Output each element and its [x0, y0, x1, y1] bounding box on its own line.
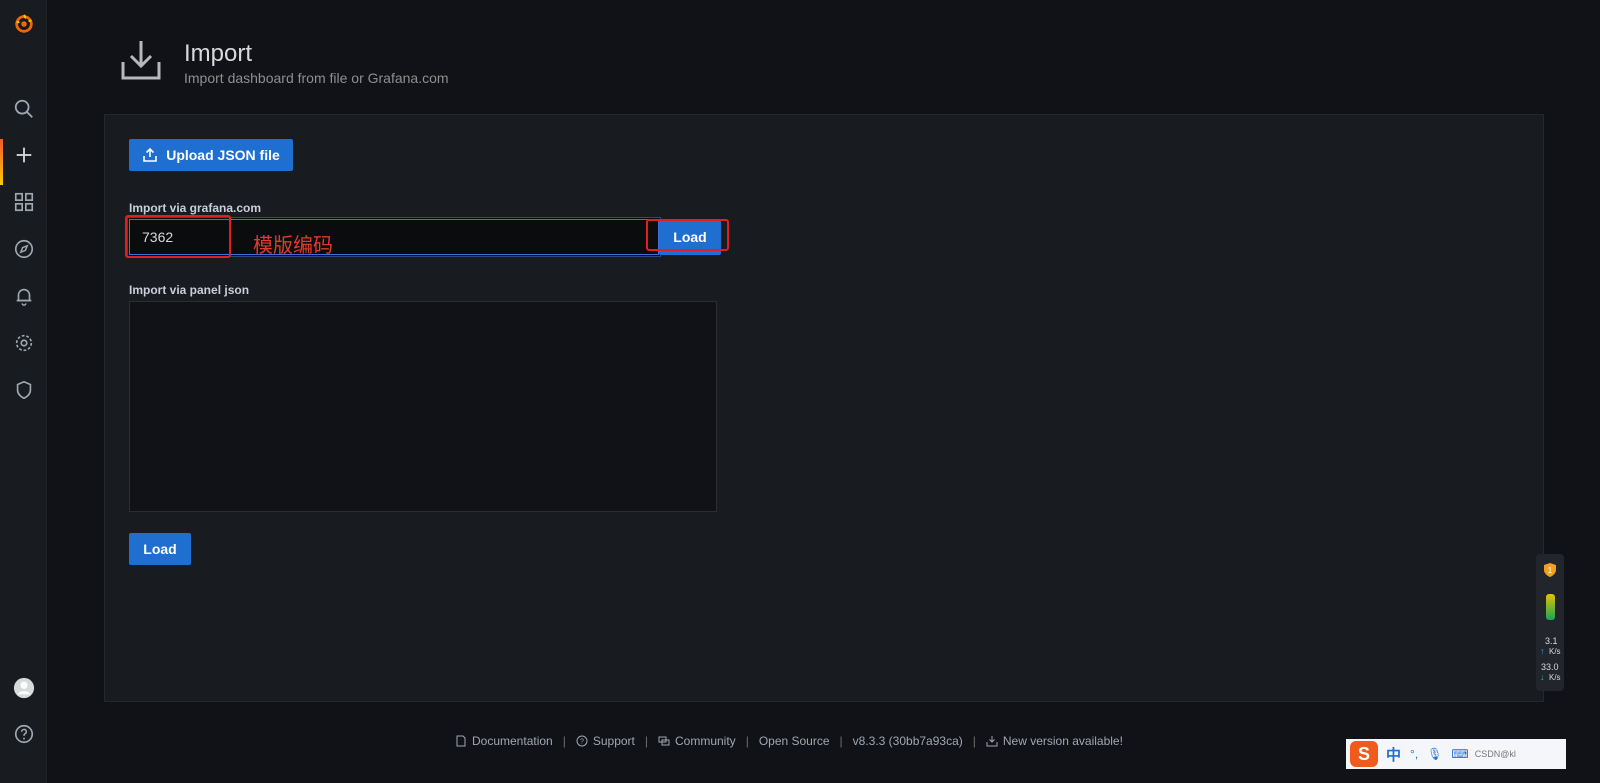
upload-json-label: Upload JSON file — [166, 147, 280, 163]
footer-open-source-link[interactable]: Open Source — [759, 734, 830, 748]
download-speed-value: 33.0 — [1541, 662, 1559, 672]
ime-punctuation-toggle[interactable]: °, — [1410, 747, 1418, 761]
footer-documentation-link[interactable]: Documentation — [455, 734, 553, 748]
footer-community-label: Community — [675, 734, 736, 748]
comments-icon — [658, 736, 670, 746]
panel-json-textarea[interactable] — [129, 301, 717, 512]
grafana-com-label: Import via grafana.com — [129, 201, 262, 215]
search-icon[interactable] — [0, 89, 47, 129]
annotation-box-load — [646, 219, 729, 251]
svg-text:?: ? — [580, 739, 584, 746]
shield-badge-text: 1 — [1548, 566, 1553, 575]
annotation-text: 模版编码 — [253, 233, 333, 257]
help-icon[interactable] — [0, 714, 47, 754]
keyboard-icon[interactable]: ⌨ — [1451, 747, 1468, 761]
upload-speed-value: 3.1 — [1545, 636, 1558, 646]
footer-documentation-label: Documentation — [472, 734, 553, 748]
user-avatar-icon[interactable] — [0, 668, 47, 708]
footer-new-version-link[interactable]: New version available! — [986, 734, 1123, 748]
load-panel-json-button[interactable]: Load — [129, 533, 191, 565]
question-circle-icon: ? — [576, 735, 588, 747]
alerting-bell-icon[interactable] — [0, 276, 47, 316]
server-admin-shield-icon[interactable] — [0, 370, 47, 410]
download-icon — [986, 736, 998, 747]
upload-speed-unit: K/s — [1549, 647, 1561, 656]
footer-open-source-label: Open Source — [758, 734, 830, 748]
import-panel: Upload JSON file Import via grafana.com … — [104, 114, 1544, 702]
download-speed-unit: K/s — [1549, 673, 1561, 682]
page-subtitle: Import dashboard from file or Grafana.co… — [184, 70, 449, 86]
footer-community-link[interactable]: Community — [658, 734, 736, 748]
sidebar — [0, 0, 47, 783]
footer-support-link[interactable]: ? Support — [576, 734, 635, 748]
download-arrow-icon: ↓ — [1540, 672, 1545, 682]
security-shield-icon: 1 — [1544, 563, 1556, 577]
import-download-icon — [121, 41, 161, 80]
footer-support-label: Support — [592, 734, 635, 748]
dashboards-icon[interactable] — [0, 182, 47, 222]
annotation-box-input — [125, 215, 231, 258]
document-icon — [456, 735, 466, 747]
plus-icon[interactable] — [0, 135, 47, 185]
ime-toolbar[interactable]: S 中 °, 🎙 ⌨ CSDN@kl — [1346, 739, 1566, 769]
footer: Documentation | ? Support | Community | … — [455, 734, 1123, 748]
microphone-icon[interactable]: 🎙 — [1427, 747, 1442, 761]
memory-level-bar — [1546, 594, 1555, 620]
panel-json-label: Import via panel json — [129, 283, 250, 297]
upload-json-button[interactable]: Upload JSON file — [129, 139, 293, 171]
upload-icon — [143, 147, 158, 162]
footer-version-label: v8.3.3 (30bb7a93ca) — [852, 734, 963, 748]
ime-mode-toggle[interactable]: 中 — [1386, 744, 1401, 765]
footer-new-version-label: New version available! — [1002, 734, 1123, 748]
upload-arrow-icon: ↑ — [1540, 646, 1545, 656]
network-speed-widget[interactable]: 1 3.1 ↑ K/s 33.0 ↓ K/s — [1536, 554, 1564, 691]
ime-watermark: CSDN@kl — [1474, 749, 1516, 759]
grafana-logo-icon[interactable] — [0, 4, 47, 44]
footer-version: v8.3.3 (30bb7a93ca) — [853, 734, 963, 748]
configuration-gear-icon[interactable] — [0, 323, 47, 363]
sogou-logo-icon[interactable]: S — [1350, 741, 1378, 767]
page-title: Import — [184, 40, 253, 67]
explore-icon[interactable] — [0, 229, 47, 269]
